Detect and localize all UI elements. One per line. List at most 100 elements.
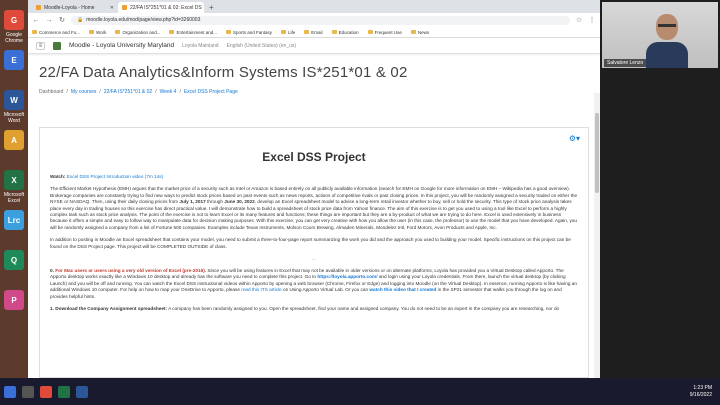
tab-moodle-home[interactable]: Moodle-Loyola - Home ✕ (32, 2, 118, 13)
forward-icon[interactable]: → (45, 17, 53, 24)
desktop-app-icon[interactable]: P (4, 290, 24, 310)
tab-strip: Moodle-Loyola - Home ✕ 22/FA IS*251*01 &… (28, 0, 600, 13)
star-icon[interactable]: ☆ (575, 16, 583, 24)
breadcrumb: Dashboard / My courses/22/FA IS*251*01 & 0… (39, 89, 590, 95)
nav-user[interactable]: Loyola Mainland (182, 43, 218, 49)
its-article-link[interactable]: read this ITS article (241, 287, 281, 292)
person-head (656, 14, 678, 40)
separator: ... (311, 256, 317, 263)
desktop-app-icon[interactable]: X (4, 170, 24, 190)
bookmark-item[interactable]: Entertainment and... (169, 30, 217, 35)
address-bar[interactable]: 🔒 moodle.loyola.edu/mod/page/view.php?id… (71, 15, 570, 25)
lock-icon: 🔒 (77, 17, 84, 23)
browser-window: Moodle-Loyola - Home ✕ 22/FA IS*251*01 &… (28, 0, 600, 378)
url-text: moodle.loyola.edu/mod/page/view.php?id=3… (86, 17, 201, 23)
desktop-icon-label: Microsoft Word (3, 112, 25, 124)
bookmark-item[interactable]: Frequent Use (367, 29, 402, 35)
desktop-app-icon[interactable]: E (4, 50, 24, 70)
breadcrumb-separator: / (155, 89, 157, 95)
folder-icon (304, 30, 310, 34)
scroll-thumb[interactable] (595, 113, 599, 193)
moodle-navbar: ≡ Moodle - Loyola University Maryland Lo… (28, 38, 600, 54)
course-title: 22/FA Data Analytics&Inform Systems IS*2… (39, 64, 408, 81)
paragraph-step-1: 1. Download the Company Assignment sprea… (50, 306, 578, 312)
text: on Using Apporto Virtual Lab. Or you can (282, 287, 369, 293)
bookmark-label: Sports and Fantasy (233, 29, 273, 35)
breadcrumb-item[interactable]: My courses (71, 89, 97, 95)
desktop-app-icon[interactable]: G (4, 10, 24, 30)
bookmark-label: Commerce and Fo... (39, 29, 81, 35)
bookmark-label: Entertainment and... (176, 29, 217, 35)
excel-taskbar-icon[interactable] (58, 385, 70, 398)
bookmark-label: Education (338, 29, 359, 35)
language-menu[interactable]: English (United States) (en_us) (227, 43, 296, 49)
folder-icon (169, 30, 175, 34)
clock-date: 9/16/2022 (689, 391, 712, 398)
word-taskbar-icon[interactable] (76, 385, 88, 398)
folder-icon (367, 30, 373, 34)
step-heading: Download the Company Assignment spreadsh… (55, 306, 168, 312)
tab-label: Moodle-Loyola - Home (44, 4, 95, 11)
bookmark-label: Organization and... (122, 29, 161, 35)
new-tab-button[interactable]: + (204, 2, 219, 13)
breadcrumb-item[interactable]: Week 4 (160, 89, 177, 95)
bookmark-item[interactable]: Work (89, 30, 106, 35)
chrome-taskbar-icon[interactable] (40, 385, 52, 398)
bookmark-label: Life (288, 29, 296, 35)
bookmark-item[interactable]: Education (331, 29, 359, 35)
hamburger-menu-icon[interactable]: ≡ (36, 41, 45, 50)
folder-icon (32, 30, 37, 34)
gear-icon[interactable]: ⚙▾ (569, 134, 580, 143)
bookmark-item[interactable]: Commerce and Fo... (32, 30, 80, 35)
desktop-app-icon[interactable]: Lrc (4, 210, 24, 230)
folder-icon (226, 30, 231, 34)
taskbar-clock[interactable]: 1:23 PM 9/16/2022 (690, 385, 716, 399)
apporto-video-link[interactable]: watch this video that I created (369, 287, 436, 292)
breadcrumb-item[interactable]: Dashboard (39, 89, 63, 95)
step-number: 1. (50, 306, 54, 312)
tab-excel-dss[interactable]: 22/FA IS*251*01 & 02: Excel DS ✕ (118, 2, 204, 13)
site-name[interactable]: Moodle - Loyola University Maryland (69, 42, 174, 49)
breadcrumb-separator: / (99, 89, 101, 95)
bookmark-label: Email (311, 29, 323, 35)
desktop-icon-label: Google Chrome (5, 32, 23, 44)
end-date: June 30, 2022 (224, 199, 255, 205)
desktop-app-icon[interactable]: A (4, 130, 24, 150)
bookmark-item[interactable]: Organization and... (115, 30, 160, 35)
page-header: 22/FA Data Analytics&Inform Systems IS*2… (28, 54, 600, 95)
bookmark-label: Frequent Use (374, 29, 402, 35)
bookmark-label: Work (96, 29, 107, 35)
close-icon[interactable]: ✕ (110, 5, 114, 11)
bookmark-item[interactable]: Life (281, 30, 295, 35)
folder-icon (331, 30, 337, 34)
desktop-app-icon[interactable]: Q (4, 250, 24, 270)
start-date: July 1, 2017 (179, 199, 206, 205)
breadcrumb-item[interactable]: Excel DSS Project Page (184, 89, 238, 95)
intro-video-link[interactable]: Excel DSS Project Introduction video (7m… (67, 174, 163, 179)
bookmark-item[interactable]: Sports and Fantasy (226, 30, 272, 35)
reload-icon[interactable]: ↻ (58, 16, 66, 24)
folder-icon (89, 30, 95, 34)
menu-dots-icon[interactable]: ⋮ (588, 16, 596, 24)
moodle-favicon-icon (122, 5, 127, 10)
text: through (207, 199, 223, 205)
apporto-link[interactable]: https://loyola.apporto.com/ (317, 274, 377, 279)
back-icon[interactable]: ← (32, 17, 40, 24)
desktop-app-icon[interactable]: W (4, 90, 24, 110)
loyola-logo-icon (53, 41, 61, 50)
bookmarks-bar: Commerce and Fo... Work Organization and..… (28, 27, 600, 38)
clock-time: 1:23 PM (693, 384, 712, 391)
watch-line: Watch: Excel DSS Project Introduction vi… (50, 174, 578, 180)
breadcrumb-item[interactable]: 22/FA IS*251*01 & 02 (104, 89, 152, 95)
folder-icon (410, 30, 416, 34)
warning-text: For Mac users or users using a very old … (55, 268, 207, 274)
person-glasses (658, 24, 676, 27)
participant-name: Salvatore Lenzo (604, 59, 647, 67)
video-panel: Salvatore Lenzo (600, 0, 720, 378)
windows-start-icon[interactable] (4, 385, 16, 398)
search-icon[interactable] (22, 385, 34, 398)
bookmark-item[interactable]: Email (304, 29, 323, 35)
bookmark-item[interactable]: News (410, 30, 429, 35)
paragraph-report: In addition to posting in Moodle an Exce… (50, 237, 571, 249)
tab-label: 22/FA IS*251*01 & 02: Excel DS (130, 4, 202, 11)
